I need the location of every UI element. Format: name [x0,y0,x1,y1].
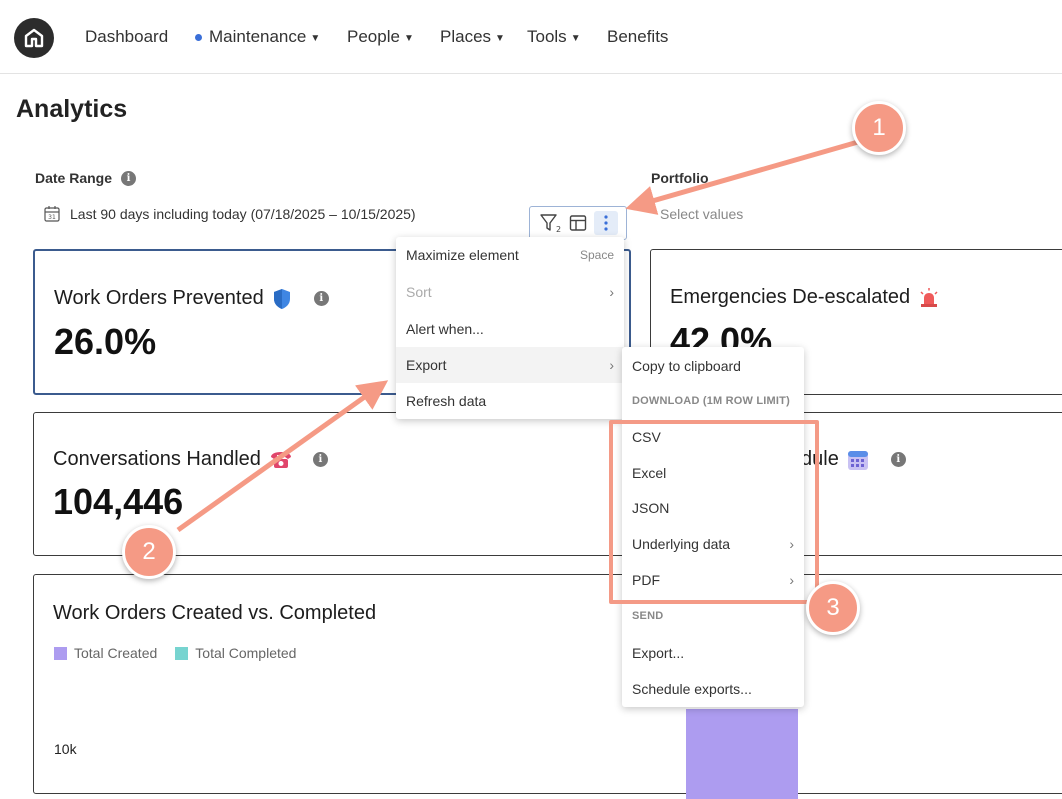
nav-places-label: Places [440,27,492,46]
send-section-header: SEND [632,610,664,622]
menu-item-alert[interactable]: Alert when... [396,311,624,347]
caret-down-icon: ▼ [495,32,505,44]
nav-tools-label: Tools [527,27,567,46]
card-value: 26.0% [54,321,157,362]
nav-maintenance-label: Maintenance [209,27,307,46]
calendar-icon [847,450,868,470]
nav-people-label: People [347,27,400,46]
menu-item-refresh[interactable]: Refresh data [396,383,624,419]
filter-icon: 2 [540,214,561,234]
date-range-picker[interactable]: 31 Last 90 days including today (07/18/2… [44,205,416,222]
table-icon [569,215,587,231]
siren-icon [920,287,938,307]
caret-down-icon: ▼ [310,32,321,44]
legend-label: Total Completed [195,645,297,661]
nav-places[interactable]: Places ▼ [440,27,505,47]
menu-item-copy-clipboard[interactable]: Copy to clipboard [622,348,804,384]
date-range-value: Last 90 days including today (07/18/2025… [70,205,416,222]
card-title-text: Emergencies De-escalated [670,286,911,308]
top-navigation: Dashboard Maintenance ▼ People ▼ Places ▼ T… [0,0,1062,74]
menu-item-label: Export [406,357,447,373]
filter-button[interactable]: 2 [538,211,562,235]
menu-item-label: Alert when... [406,321,484,337]
info-icon[interactable]: i [313,291,329,306]
nav-maintenance[interactable]: Maintenance ▼ [195,27,320,47]
nav-dashboard[interactable]: Dashboard [85,27,168,47]
card-conversations-handled[interactable]: Conversations Handled i 104,446 [33,412,631,556]
chart-legend: Total Created Total Completed [54,645,296,661]
menu-item-label: Export... [632,645,685,661]
card-title-text: Conversations Handled [53,448,261,470]
table-view-button[interactable] [566,211,590,235]
menu-item-label: Refresh data [406,393,487,409]
element-toolbar: 2 [529,206,627,240]
filter-count: 2 [556,225,561,234]
menu-item-export[interactable]: Export › [396,347,624,383]
download-options-highlight [609,420,819,604]
card-value: 104,446 [53,481,184,522]
nav-benefits-label: Benefits [607,27,669,46]
calendar-icon: 31 [44,206,60,222]
menu-item-maximize[interactable]: Maximize element Space [396,237,624,273]
caret-down-icon: ▼ [403,32,414,44]
svg-text:31: 31 [48,214,56,221]
portfolio-label: Portfolio [651,170,709,186]
chart-title: Work Orders Created vs. Completed [53,602,377,624]
nav-tools[interactable]: Tools ▼ [527,27,581,47]
info-icon[interactable]: i [312,452,328,467]
telephone-icon [270,451,291,468]
active-dot-icon [195,33,202,41]
annotation-badge-1: 1 [852,101,906,155]
card-work-orders-chart[interactable]: Work Orders Created vs. Completed 10k [33,574,1062,799]
card-title: Conversations Handled i [53,448,328,471]
menu-item-label: Sort [406,284,432,300]
context-menu: Maximize element Space Sort › Alert when..… [396,237,624,419]
shortcut-hint: Space [579,248,614,262]
shield-icon [273,288,290,309]
menu-item-label: Maximize element [406,247,519,263]
legend-label: Total Created [74,645,158,661]
annotation-badge-2: 2 [122,525,176,579]
info-icon[interactable]: i [121,170,137,186]
legend-swatch [175,647,189,660]
legend-item-created[interactable]: Total Created [54,645,157,661]
chart-bar[interactable] [686,709,798,799]
menu-item-label: Schedule exports... [632,681,752,697]
y-axis-tick: 10k [54,741,77,757]
menu-item-label: Copy to clipboard [632,358,741,374]
portfolio-select[interactable]: Select values [660,206,743,222]
card-title-text: Work Orders Prevented [54,287,264,309]
kebab-menu-icon [604,215,608,231]
date-range-label-text: Date Range [35,170,113,186]
legend-swatch [54,647,67,660]
legend-item-completed[interactable]: Total Completed [175,645,296,661]
date-range-label: Date Range i [35,170,137,186]
home-logo-icon[interactable] [14,18,54,58]
more-options-button[interactable] [594,211,618,235]
nav-benefits[interactable]: Benefits [607,27,668,47]
chevron-right-icon: › [609,284,614,300]
download-section-header: DOWNLOAD (1M ROW LIMIT) [632,395,790,407]
nav-people[interactable]: People ▼ [347,27,414,47]
chevron-right-icon: › [609,357,614,373]
annotation-badge-3: 3 [806,581,860,635]
page-title: Analytics [16,95,128,123]
menu-item-sort: Sort › [396,274,624,310]
nav-dashboard-label: Dashboard [85,27,169,46]
card-title: Emergencies De-escalated [670,286,940,309]
card-title: Work Orders Prevented i [54,287,329,310]
info-icon[interactable]: i [890,452,906,467]
caret-down-icon: ▼ [570,32,581,44]
menu-item-schedule-exports[interactable]: Schedule exports... [622,671,804,707]
menu-item-send-export[interactable]: Export... [622,635,804,671]
